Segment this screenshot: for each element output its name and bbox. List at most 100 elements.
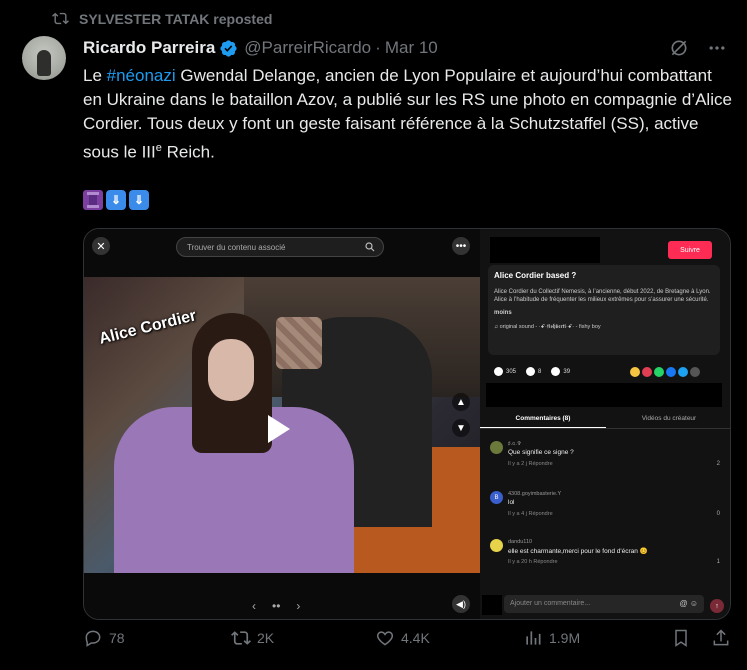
comment-icon xyxy=(526,367,536,376)
comment-text: lol xyxy=(508,499,515,506)
post-date[interactable]: Mar 10 xyxy=(385,38,438,58)
verified-badge-icon xyxy=(220,39,237,57)
share-icons xyxy=(630,367,700,377)
separator: · xyxy=(375,38,381,57)
play-icon[interactable] xyxy=(268,415,290,443)
chevron-right-icon[interactable]: › xyxy=(296,599,300,613)
photo-caption-label: Alice Cordier xyxy=(97,307,199,348)
sound-label[interactable]: ♫ original sound - ·ꗃ·𝖋𝖎𝖘𝖍𝖇𝖊𝖗𝖙𝖎·ꗃ· - fis… xyxy=(494,324,714,331)
redacted-box xyxy=(482,595,502,615)
post-header: Ricardo Parreira @ParreirRicardo · Mar 1… xyxy=(83,38,438,58)
comment-avatar[interactable]: B xyxy=(490,491,503,504)
spool-of-thread-icon xyxy=(83,190,103,210)
forward-icon[interactable] xyxy=(690,367,700,377)
comment-item: B 4308.goyimbasterie.Y lol Il y a 4 j Ré… xyxy=(490,491,720,531)
comment-likes[interactable]: 0 xyxy=(717,511,720,517)
comment-text: elle est charmante,merci pour le fond d'… xyxy=(508,548,648,555)
facebook-icon[interactable] xyxy=(666,367,676,377)
heart-icon xyxy=(376,631,394,646)
comment-meta[interactable]: Il y a 2 j Répondre xyxy=(508,461,553,467)
close-icon[interactable]: ✕ xyxy=(92,237,110,255)
pager: ‹ •• › xyxy=(252,599,300,613)
author-name[interactable]: Ricardo Parreira xyxy=(83,38,215,58)
video-nav: ▲ ▼ xyxy=(452,393,470,437)
top-actions xyxy=(669,38,727,58)
pager-dots-icon: •• xyxy=(272,599,281,613)
share-icon[interactable] xyxy=(654,367,664,377)
repost-text: SYLVESTER TATAK reposted xyxy=(79,10,273,27)
mention-emoji-icons[interactable]: @ ☺ xyxy=(679,599,698,608)
bookmark-icon xyxy=(551,367,561,376)
comment-likes[interactable]: 1 xyxy=(717,559,720,565)
redacted-bar xyxy=(486,383,722,407)
author-handle[interactable]: @ParreirRicardo xyxy=(244,38,371,58)
tab-comments[interactable]: Commentaires (8) xyxy=(480,409,606,428)
post-prefix: Le xyxy=(83,66,107,85)
share-button[interactable] xyxy=(711,628,731,648)
hashtag-link[interactable]: #néonazi xyxy=(107,66,176,85)
details-tabs: Commentaires (8) Vidéos du créateur xyxy=(480,409,730,429)
comment-text: Que signifie ce signe ? xyxy=(508,449,574,456)
views-button[interactable]: 1.9M xyxy=(523,628,580,648)
reply-button[interactable]: 78 xyxy=(83,628,125,648)
reply-count: 78 xyxy=(109,630,125,646)
volume-icon[interactable]: ◀) xyxy=(452,595,470,613)
search-input[interactable]: Trouver du contenu associé xyxy=(176,237,384,257)
comment-item: dandu110 elle est charmante,merci pour l… xyxy=(490,539,720,579)
video-frame[interactable]: Alice Cordier ▲ ▼ xyxy=(84,277,480,573)
down-arrows-icon: ⇓ xyxy=(106,190,126,210)
video-title: Alice Cordier based ? xyxy=(494,271,577,280)
comment-user[interactable]: dandu110 xyxy=(508,539,532,545)
grok-icon[interactable] xyxy=(669,38,689,58)
comment-count[interactable]: 8 xyxy=(526,367,541,376)
post-text: Le #néonazi Gwendal Delange, ancien de L… xyxy=(83,64,733,165)
chevron-down-icon[interactable]: ▼ xyxy=(452,419,470,437)
more-options-icon[interactable] xyxy=(707,38,727,58)
views-icon xyxy=(526,631,541,645)
comment-meta[interactable]: Il y a 4 j Répondre xyxy=(508,511,553,517)
avatar[interactable] xyxy=(22,36,66,80)
comment-placeholder: Ajouter un commentaire... xyxy=(510,600,591,607)
save-count[interactable]: 39 xyxy=(551,367,570,376)
repost-count: 2K xyxy=(257,630,275,646)
comment-likes[interactable]: 2 xyxy=(717,461,720,467)
share-icon[interactable] xyxy=(642,367,652,377)
reply-icon xyxy=(85,630,101,647)
less-link[interactable]: moins xyxy=(494,310,714,316)
repost-indicator[interactable]: SYLVESTER TATAK reposted xyxy=(52,10,272,27)
redacted-header xyxy=(490,237,600,263)
likes-value: 305 xyxy=(506,369,517,376)
comment-item: ♯.ɢ.✞ Que signifie ce signe ? Il y a 2 j… xyxy=(490,441,720,481)
blurred-face xyxy=(276,317,322,369)
video-pane: ✕ Trouver du contenu associé ••• Alice C… xyxy=(84,229,480,619)
comment-input[interactable]: Ajouter un commentaire... @ ☺ xyxy=(504,595,704,613)
repost-icon xyxy=(52,12,69,25)
comment-meta[interactable]: Il y a 20 h Répondre xyxy=(508,559,558,565)
search-placeholder: Trouver du contenu associé xyxy=(187,243,286,252)
repost-button[interactable]: 2K xyxy=(231,628,274,648)
tab-creator-videos[interactable]: Vidéos du créateur xyxy=(606,409,730,428)
follow-button[interactable]: Suivre xyxy=(668,241,712,259)
like-count[interactable]: 305 xyxy=(494,367,516,376)
saves-value: 39 xyxy=(563,369,571,376)
bookmark-button[interactable] xyxy=(671,628,691,648)
comment-avatar[interactable] xyxy=(490,441,503,454)
repost-icon xyxy=(231,631,251,645)
comment-avatar[interactable] xyxy=(490,539,503,552)
bookmark-icon xyxy=(675,629,687,647)
share-icon xyxy=(713,629,729,646)
video-description: Alice Cordier du Collectif Nemesis, à l’… xyxy=(494,289,711,303)
video-description-card: Alice Cordier based ? Alice Cordier du C… xyxy=(488,265,720,355)
send-icon[interactable]: ↑ xyxy=(710,599,724,613)
share-icon[interactable] xyxy=(630,367,640,377)
comment-user[interactable]: 4308.goyimbasterie.Y xyxy=(508,491,561,497)
chevron-left-icon[interactable]: ‹ xyxy=(252,599,256,613)
search-icon xyxy=(365,242,375,252)
video-more-icon[interactable]: ••• xyxy=(452,237,470,255)
twitter-icon[interactable] xyxy=(678,367,688,377)
media-screenshot[interactable]: ✕ Trouver du contenu associé ••• Alice C… xyxy=(83,228,731,620)
post-suffix: Reich. xyxy=(161,142,215,162)
comment-user[interactable]: ♯.ɢ.✞ xyxy=(508,441,522,447)
chevron-up-icon[interactable]: ▲ xyxy=(452,393,470,411)
like-button[interactable]: 4.4K xyxy=(375,628,430,648)
